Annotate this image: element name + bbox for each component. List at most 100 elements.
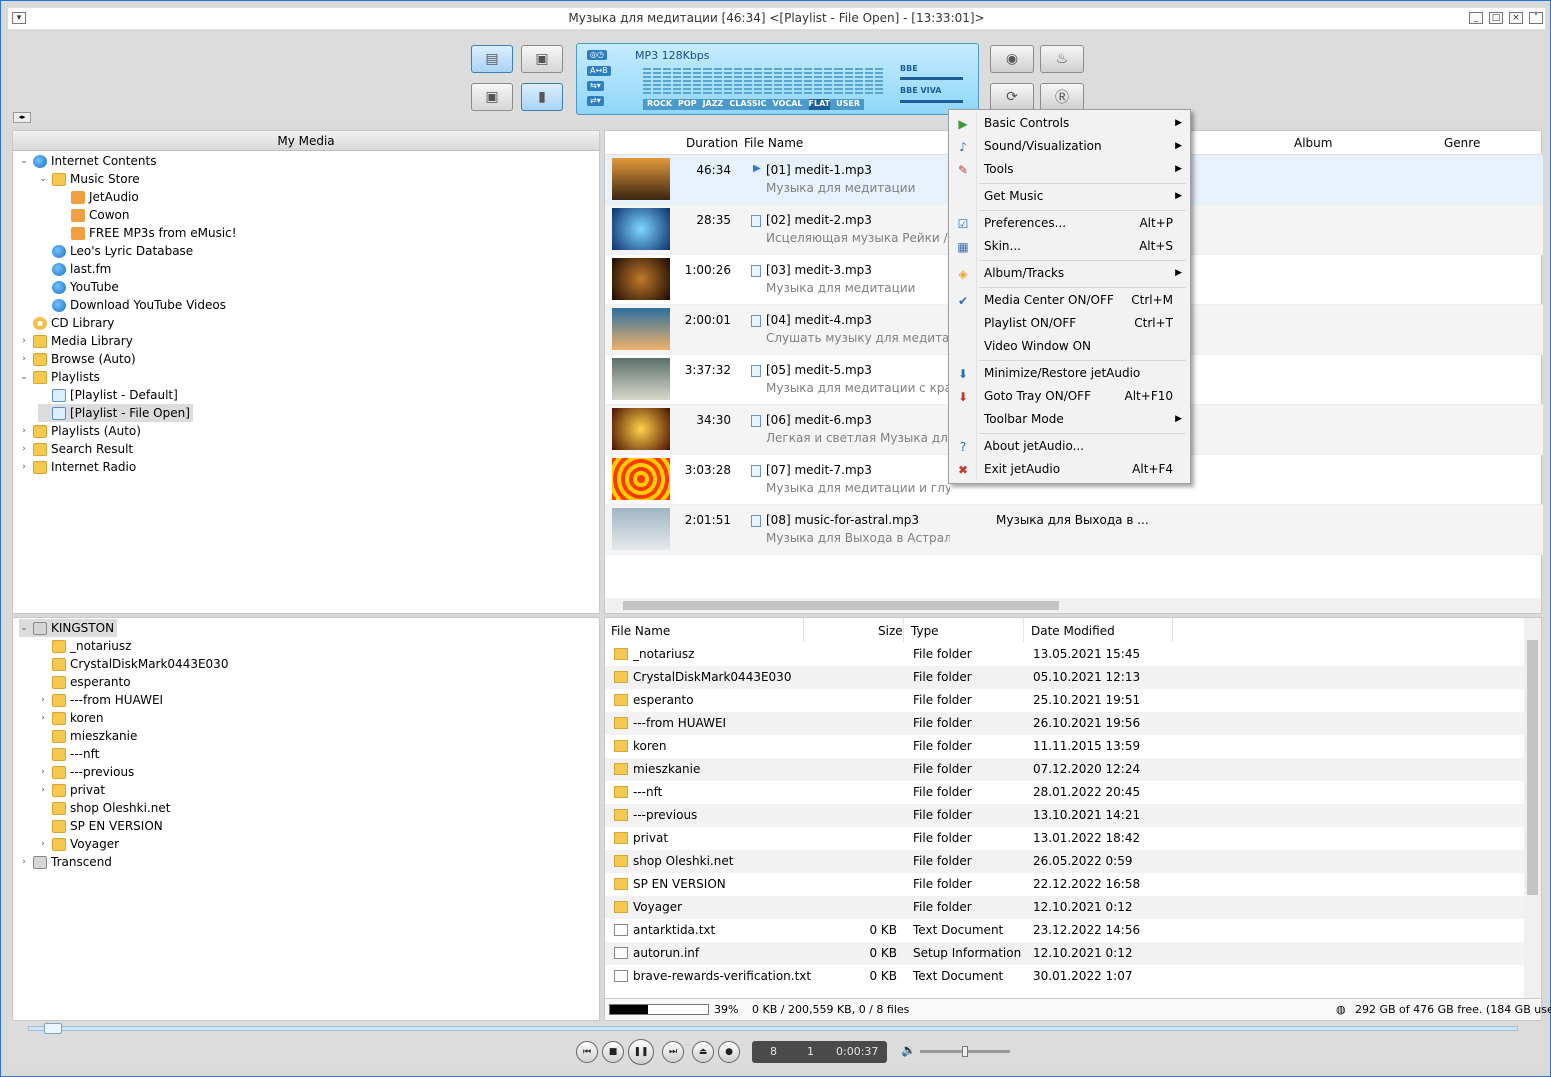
maximize-button[interactable]: □	[1489, 12, 1503, 24]
drive-tree-item[interactable]: mieszkanie	[38, 727, 137, 745]
cd-rip-button[interactable]: ◉	[990, 45, 1034, 73]
volume-slider[interactable]	[920, 1046, 1010, 1057]
media-center-view-button[interactable]: ▤	[471, 45, 513, 73]
minimize-button[interactable]: _	[1469, 12, 1483, 24]
player-view-button[interactable]: ▮	[521, 83, 563, 111]
eq-preset-jazz[interactable]: JAZZ	[703, 99, 724, 110]
expand-icon[interactable]: ›	[19, 350, 29, 368]
file-row[interactable]: shop Oleshki.net File folder 26.05.2022 0:…	[605, 850, 1525, 873]
expand-icon[interactable]: ⌄	[19, 368, 29, 386]
expand-icon[interactable]: ›	[38, 781, 48, 799]
file-row[interactable]: ---nft File folder 28.01.2022 20:45	[605, 781, 1525, 804]
pause-button[interactable]: ❚❚	[628, 1039, 654, 1065]
tree-item[interactable]: [Playlist - File Open]	[38, 404, 193, 422]
file-row[interactable]: ---previous File folder 13.10.2021 14:21	[605, 804, 1525, 827]
tree-item[interactable]: FREE MP3s from eMusic!	[57, 224, 237, 242]
prev-track-button[interactable]: ⏮	[576, 1041, 598, 1063]
expand-icon[interactable]: ›	[19, 458, 29, 476]
close-button[interactable]: ×	[1509, 12, 1523, 24]
file-row[interactable]: autorun.inf 0 KB Setup Information 12.10.20…	[605, 942, 1525, 965]
menu-item-tools[interactable]: ✎ Tools ▶	[951, 158, 1188, 181]
tree-item[interactable]: › Playlists (Auto)	[19, 422, 141, 440]
col-modified[interactable]: Date Modified	[1031, 624, 1115, 638]
menu-item-video-window-on[interactable]: Video Window ON	[951, 335, 1188, 358]
menu-item-basic-controls[interactable]: ▶ Basic Controls ▶	[951, 112, 1188, 135]
col-album[interactable]: Album	[1294, 136, 1332, 150]
convert-button[interactable]: ⟳	[990, 83, 1034, 111]
tree-item[interactable]: › Search Result	[19, 440, 133, 458]
menu-item-preferences[interactable]: ☑ Preferences... Alt+P	[951, 212, 1188, 235]
record-button[interactable]: Ⓡ	[1040, 83, 1084, 111]
file-row[interactable]: ---from HUAWEI File folder 26.10.2021 19:5…	[605, 712, 1525, 735]
bbe-viva-label[interactable]: BBE VIVA	[900, 86, 941, 95]
drive-tree-item[interactable]: › Voyager	[38, 835, 119, 853]
loop-mode-icon[interactable]: ⇆▾	[587, 81, 604, 91]
bbe-slider[interactable]	[900, 77, 963, 80]
drive-tree-item[interactable]: ---nft	[38, 745, 99, 763]
expand-icon[interactable]: ›	[38, 709, 48, 727]
tree-item[interactable]: › Browse (Auto)	[19, 350, 136, 368]
tree-item[interactable]: Download YouTube Videos	[38, 296, 226, 314]
expand-icon[interactable]: ⌄	[19, 152, 29, 170]
eq-preset-user[interactable]: USER	[836, 99, 860, 110]
tree-item[interactable]: CD Library	[19, 314, 114, 332]
tree-item[interactable]: ⌄ Music Store	[38, 170, 139, 188]
col-name[interactable]: File Name	[611, 624, 670, 638]
shuffle-mode-icon[interactable]: ⇄▾	[587, 96, 604, 106]
expand-icon[interactable]: ›	[19, 332, 29, 350]
expand-icon[interactable]: ›	[19, 422, 29, 440]
drive-tree-item[interactable]: › Transcend	[19, 853, 112, 871]
panel-toggle-icon[interactable]: ◂▸	[13, 112, 31, 123]
file-row[interactable]: Voyager File folder 12.10.2021 0:12	[605, 896, 1525, 919]
drive-tree-item[interactable]: esperanto	[38, 673, 131, 691]
tree-item[interactable]: › Internet Radio	[19, 458, 136, 476]
expand-icon[interactable]: ›	[38, 763, 48, 781]
drive-tree-item[interactable]: CrystalDiskMark0443E030	[38, 655, 228, 673]
drive-tree-item[interactable]: › koren	[38, 709, 103, 727]
file-row[interactable]: brave-rewards-verification.txt 0 KB Text D…	[605, 965, 1525, 988]
eq-preset-pop[interactable]: POP	[678, 99, 697, 110]
tree-item[interactable]: JetAudio	[57, 188, 139, 206]
drive-tree-item[interactable]: shop Oleshki.net	[38, 799, 170, 817]
menu-item-exit-jetaudio[interactable]: ✖ Exit jetAudio Alt+F4	[951, 458, 1188, 481]
tree-item[interactable]: › Media Library	[19, 332, 133, 350]
file-row[interactable]: antarktida.txt 0 KB Text Document 23.12.202…	[605, 919, 1525, 942]
file-row[interactable]: CrystalDiskMark0443E030 File folder 05.10.…	[605, 666, 1525, 689]
drive-tree-item[interactable]: _notariusz	[38, 637, 131, 655]
tree-item[interactable]: last.fm	[38, 260, 111, 278]
drive-tree-item[interactable]: › ---previous	[38, 763, 134, 781]
col-size[interactable]: Size	[878, 624, 903, 638]
col-duration[interactable]: Duration	[686, 136, 738, 150]
menu-item-skin[interactable]: ▦ Skin... Alt+S	[951, 235, 1188, 258]
eq-preset-rock[interactable]: ROCK	[647, 99, 672, 110]
mini-view-button[interactable]: ▣	[471, 83, 513, 111]
menu-item-goto-tray-on-off[interactable]: ⬇ Goto Tray ON/OFF Alt+F10	[951, 385, 1188, 408]
file-row[interactable]: _notariusz File folder 13.05.2021 15:45	[605, 643, 1525, 666]
tree-item[interactable]: YouTube	[38, 278, 119, 296]
expand-icon[interactable]: ›	[19, 440, 29, 458]
eq-preset-flat[interactable]: FLAT	[808, 99, 831, 110]
menu-item-album-tracks[interactable]: ◈ Album/Tracks ▶	[951, 262, 1188, 285]
file-row[interactable]: mieszkanie File folder 07.12.2020 12:24	[605, 758, 1525, 781]
menu-item-about-jetaudio[interactable]: ? About jetAudio...	[951, 435, 1188, 458]
my-media-header[interactable]: My Media	[13, 131, 599, 151]
stop-button[interactable]: ■	[602, 1041, 624, 1063]
speaker-icon[interactable]: 🔉	[901, 1043, 916, 1057]
expand-icon[interactable]: ⌄	[19, 619, 29, 637]
video-view-button[interactable]: ▣	[521, 45, 563, 73]
menu-item-toolbar-mode[interactable]: Toolbar Mode ▶	[951, 408, 1188, 431]
playlist-row[interactable]: 2:01:51 [08] music-for-astral.mp3 Музыка д…	[605, 505, 1543, 555]
menu-item-minimize-restore-jetaudio[interactable]: ⬇ Minimize/Restore jetAudio	[951, 362, 1188, 385]
file-row[interactable]: koren File folder 11.11.2015 13:59	[605, 735, 1525, 758]
seek-bar[interactable]	[28, 1023, 1518, 1034]
record-button[interactable]: ●	[718, 1041, 740, 1063]
drive-tree-item[interactable]: SP EN VERSION	[38, 817, 163, 835]
tree-item[interactable]: ⌄ Internet Contents	[19, 152, 156, 170]
menu-item-playlist-on-off[interactable]: Playlist ON/OFF Ctrl+T	[951, 312, 1188, 335]
bbe-label[interactable]: BBE	[900, 64, 918, 73]
expand-icon[interactable]: ›	[19, 853, 29, 871]
collapse-button[interactable]: ˄	[1529, 12, 1543, 24]
playlist-hscrollbar[interactable]	[605, 598, 1541, 613]
drive-tree-item[interactable]: ⌄ KINGSTON	[19, 619, 118, 637]
expand-icon[interactable]: ›	[38, 835, 48, 853]
